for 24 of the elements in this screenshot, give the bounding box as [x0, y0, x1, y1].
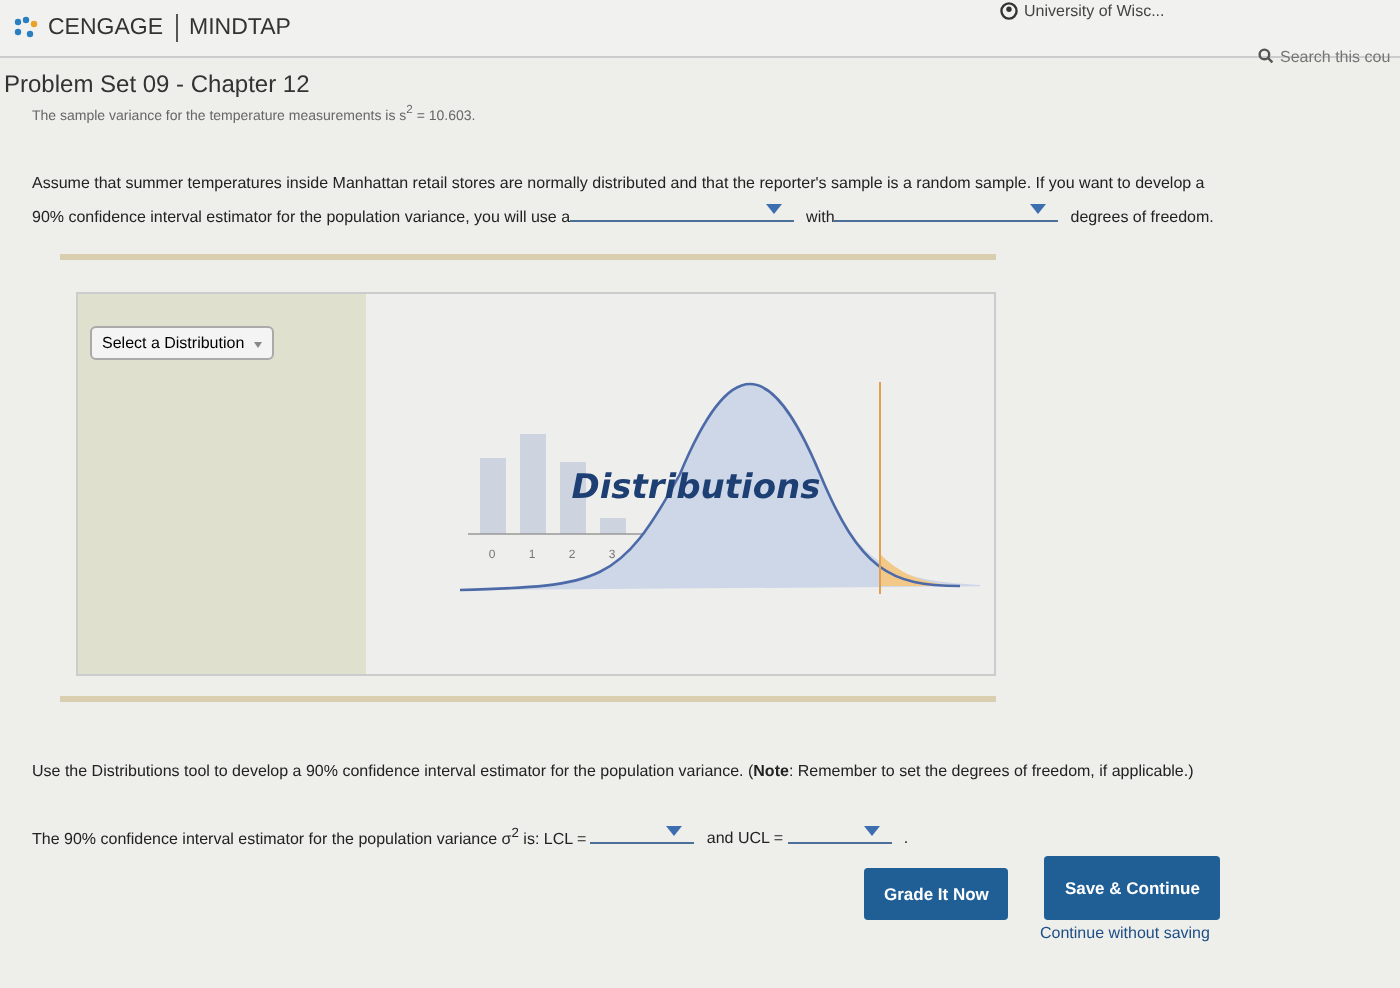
caret-icon — [1030, 204, 1047, 215]
instruction-text: Use the Distributions tool to develop a 90% confidence interval estimator for the population variance. (Note: Remember to set the degrees of freedom, if applicable.) — [32, 760, 1196, 785]
action-button[interactable]: Grade It Now — [864, 867, 1009, 920]
search-icon — [1258, 48, 1274, 64]
action-button[interactable]: Save & Continue — [1044, 855, 1220, 920]
answer-text: The 90% confidence interval estimator for the population variance σ$^{2}$ is: LCL = and UCL = . — [32, 821, 911, 852]
product-name: MINDTAP — [189, 16, 291, 40]
continue-link[interactable]: Continue without saving — [1040, 923, 1210, 942]
answer-dropdown[interactable] — [570, 202, 795, 223]
answer-dropdown[interactable] — [590, 823, 695, 844]
user-icon — [1000, 2, 1018, 20]
question-text: Assume that summer temperatures inside Manhattan retail stores are normally distributed and that the reporter's sample is a random sample. If you want to develop a 90% confidence interval estimator for the population variance, you will use a with degrees of freedom. — [32, 172, 1216, 231]
brand-name: CENGAGE — [48, 16, 164, 40]
caret-icon — [666, 825, 683, 836]
account-name[interactable]: University of Wisc... — [1024, 2, 1165, 20]
search-field[interactable]: Search this cou — [1258, 47, 1396, 65]
distribution-select[interactable]: Select a Distribution — [90, 326, 275, 361]
logo-icon — [12, 16, 40, 40]
answer-dropdown[interactable] — [834, 202, 1059, 223]
caret-icon — [863, 825, 880, 836]
answer-dropdown[interactable] — [787, 823, 892, 844]
problem-set-title: Problem Set 09 - Chapter 12 — [4, 70, 310, 98]
caret-icon — [766, 204, 783, 215]
caret-icon — [254, 341, 263, 348]
